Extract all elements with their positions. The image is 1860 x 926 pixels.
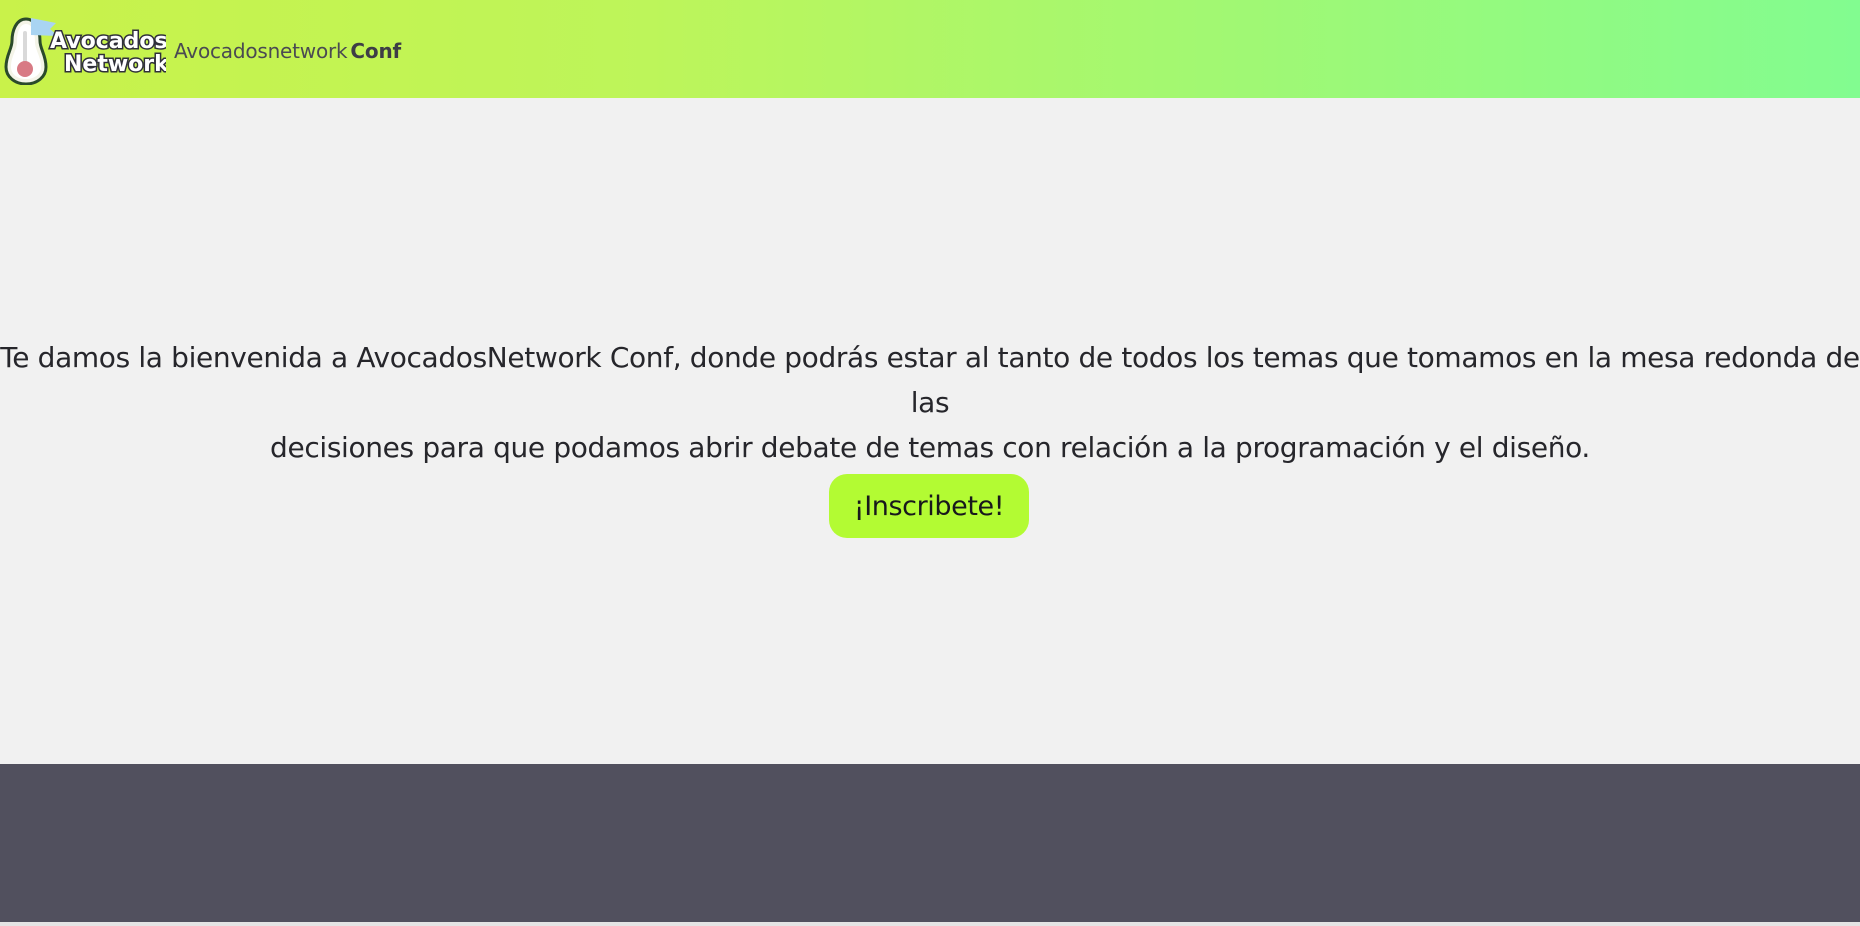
site-footer (0, 764, 1860, 922)
site-name[interactable]: Avocadosnetwork Conf (174, 39, 401, 63)
home-link[interactable]: Avocados Network Avocadosnetwork Conf (4, 15, 401, 85)
welcome-line-2: decisiones para que podamos abrir debate… (270, 431, 1590, 464)
logo-wordmark-line1: Avocados (50, 29, 166, 54)
site-header: Avocados Network Avocadosnetwork Conf (0, 0, 1860, 98)
logo-wordmark-line2: Network (64, 52, 166, 77)
welcome-text: Te damos la bienvenida a AvocadosNetwork… (0, 335, 1860, 470)
hero-section: Te damos la bienvenida a AvocadosNetwork… (0, 98, 1860, 764)
avocados-network-logo: Avocados Network (4, 17, 166, 85)
page-bottom-edge (0, 922, 1860, 926)
site-name-main: Avocadosnetwork (174, 39, 348, 63)
site-name-conf: Conf (350, 39, 401, 63)
welcome-line-1: Te damos la bienvenida a AvocadosNetwork… (0, 341, 1860, 419)
signup-button[interactable]: ¡Inscribete! (829, 474, 1029, 538)
